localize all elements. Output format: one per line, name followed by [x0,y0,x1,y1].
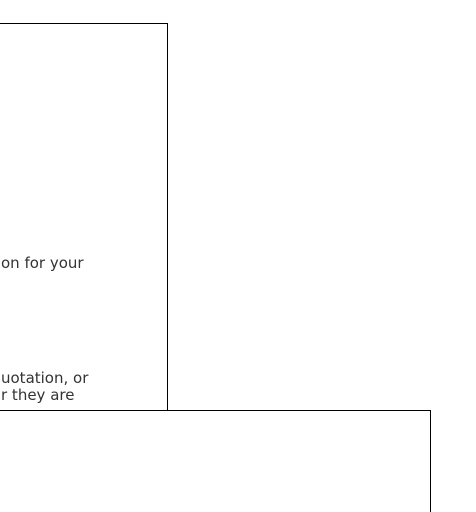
text-panel: on for your uotation, or r they are [0,23,168,411]
lower-panel [0,410,431,512]
text-line: r they are [1,386,75,404]
text-line: on for your [1,254,84,272]
